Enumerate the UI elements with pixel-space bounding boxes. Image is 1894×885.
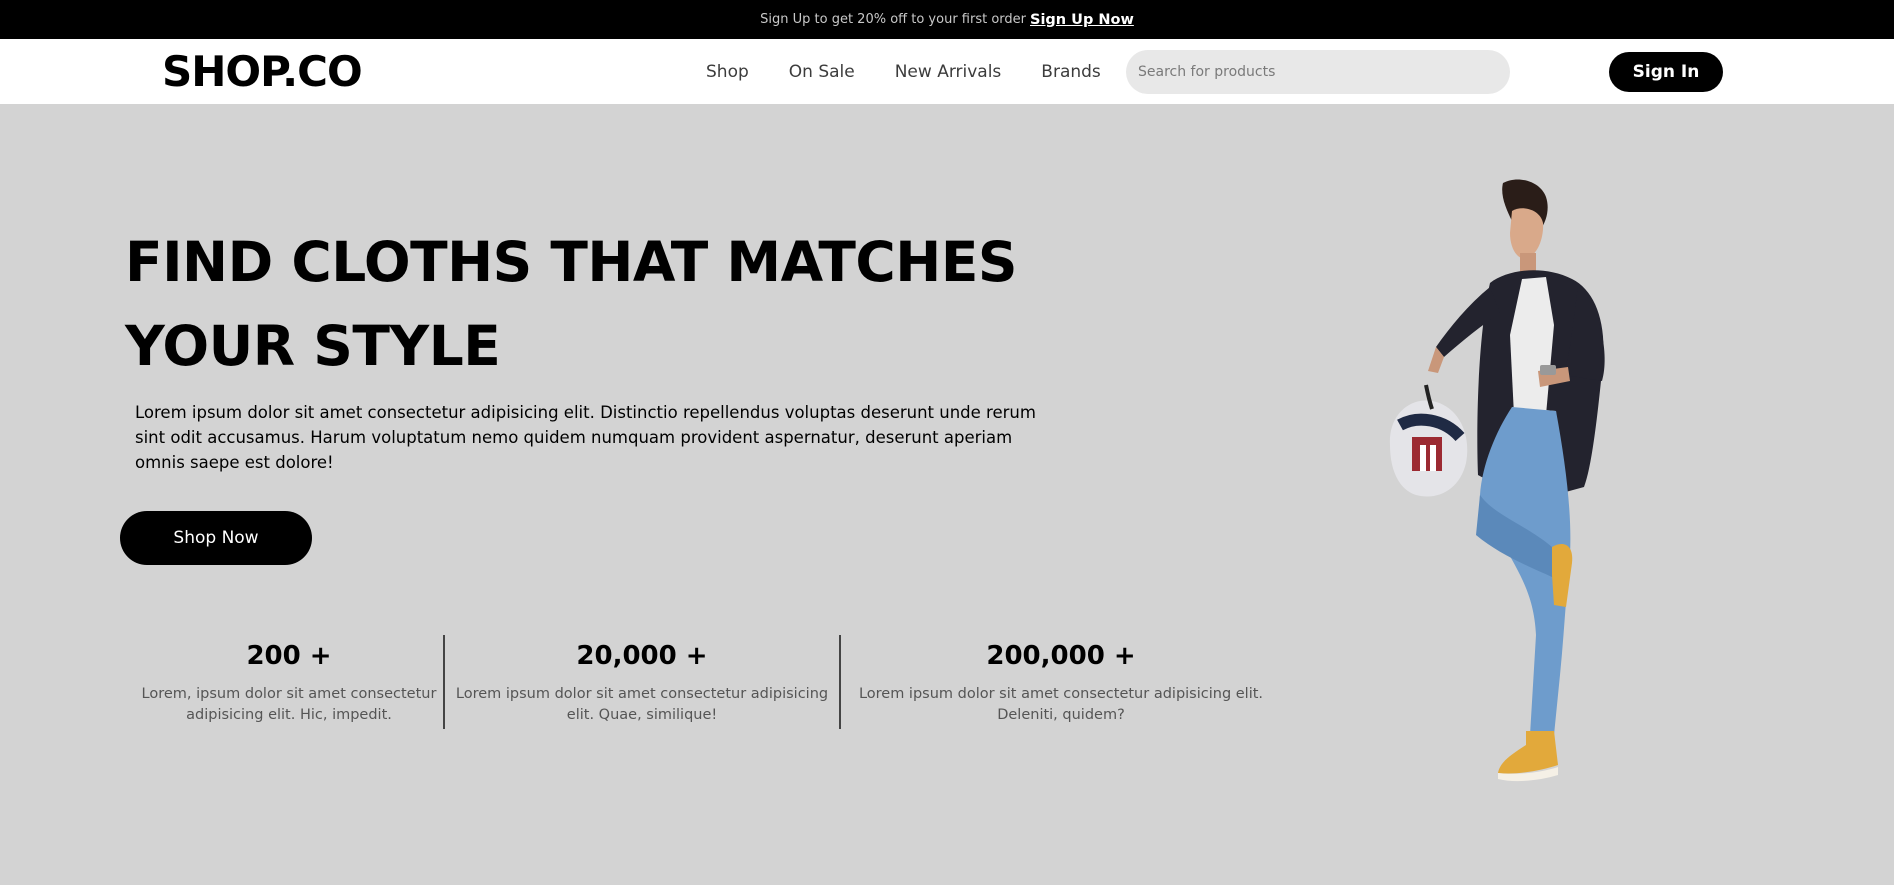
search-input[interactable] — [1126, 50, 1510, 94]
announcement-bar: Sign Up to get 20% off to your first ord… — [0, 0, 1894, 39]
stat-brands: 200 + Lorem, ipsum dolor sit amet consec… — [135, 635, 443, 729]
helmet-icon — [1389, 384, 1468, 497]
model-front-shoe — [1498, 731, 1558, 774]
model-back-shoe — [1552, 544, 1573, 607]
hero-title-line-1: FIND CLOTHS THAT MATCHES — [125, 230, 1018, 294]
hero-description: Lorem ipsum dolor sit amet consectetur a… — [135, 403, 1036, 472]
stat-text: Lorem ipsum dolor sit amet consectetur a… — [858, 686, 1264, 723]
nav-shop[interactable]: Shop — [706, 62, 749, 82]
hero-title-line-2: YOUR STYLE — [125, 314, 501, 378]
stat-value: 20,000 + — [576, 641, 708, 671]
stat-text: Lorem, ipsum dolor sit amet consectetur … — [141, 686, 437, 723]
model-phone — [1540, 365, 1556, 375]
stat-text: Lorem ipsum dolor sit amet consectetur a… — [455, 686, 829, 723]
stats-row: 200 + Lorem, ipsum dolor sit amet consec… — [135, 635, 1281, 729]
nav-on-sale[interactable]: On Sale — [789, 62, 855, 82]
nav-new-arrivals[interactable]: New Arrivals — [895, 62, 1002, 82]
model-face — [1510, 208, 1544, 259]
stat-value: 200 + — [246, 641, 332, 671]
sign-up-now-link[interactable]: Sign Up Now — [1030, 12, 1134, 28]
main-nav: Shop On Sale New Arrivals Brands — [706, 39, 1141, 104]
hero-model-image — [1389, 179, 1605, 782]
stat-products: 20,000 + Lorem ipsum dolor sit amet cons… — [445, 635, 839, 729]
announcement-text: Sign Up to get 20% off to your first ord… — [760, 12, 1026, 27]
sign-in-button[interactable]: Sign In — [1609, 52, 1723, 92]
shop-now-button[interactable]: Shop Now — [120, 511, 312, 565]
logo[interactable]: SHOP.CO — [162, 47, 363, 96]
stat-customers: 200,000 + Lorem ipsum dolor sit amet con… — [841, 635, 1281, 729]
header: SHOP.CO Shop On Sale New Arrivals Brands… — [0, 39, 1894, 104]
hero-title: FIND CLOTHS THAT MATCHES YOUR STYLE — [125, 220, 1025, 388]
stat-value: 200,000 + — [986, 641, 1136, 671]
nav-brands[interactable]: Brands — [1041, 62, 1101, 82]
